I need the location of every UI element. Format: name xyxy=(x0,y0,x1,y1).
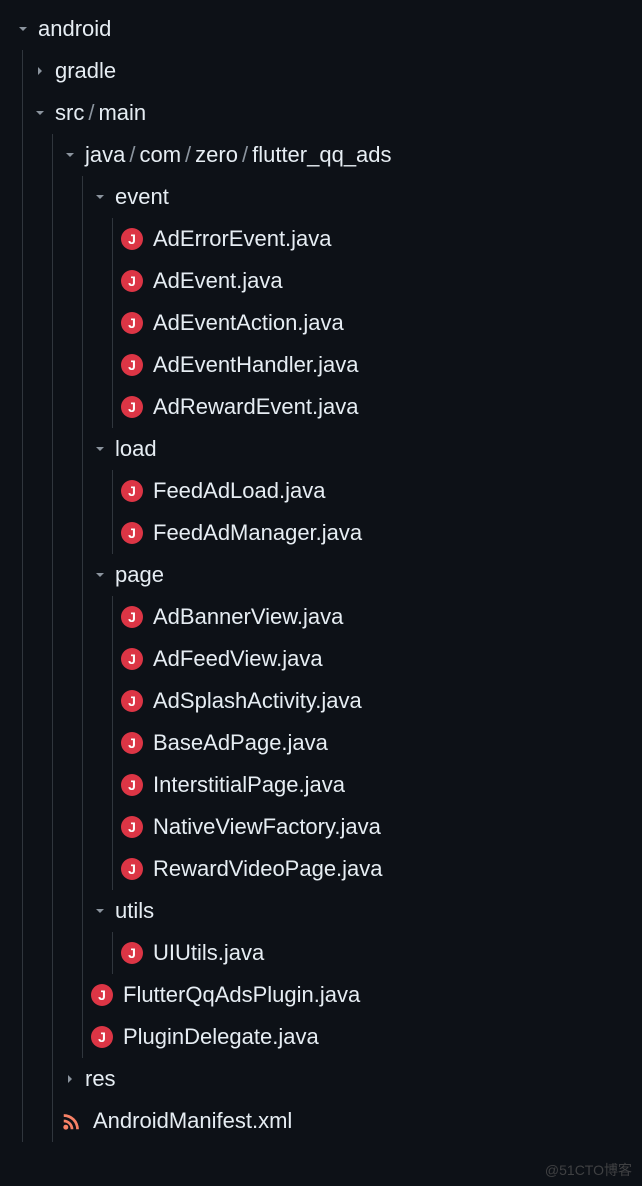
xml-file-icon xyxy=(61,1110,83,1132)
tree-item-label: RewardVideoPage.java xyxy=(153,856,383,882)
java-file-icon: J xyxy=(121,690,143,712)
java-file-icon: J xyxy=(121,522,143,544)
chevron-down-icon xyxy=(91,566,109,584)
tree-item-label: FeedAdManager.java xyxy=(153,520,362,546)
java-file-icon: J xyxy=(121,480,143,502)
java-file-icon: J xyxy=(121,228,143,250)
tree-item[interactable]: J UIUtils.java xyxy=(0,932,642,974)
tree-item-label: AndroidManifest.xml xyxy=(93,1108,292,1134)
tree-item-label: utils xyxy=(115,898,154,924)
tree-item-label: AdEventHandler.java xyxy=(153,352,358,378)
java-file-icon: J xyxy=(121,312,143,334)
tree-item-label: res xyxy=(85,1066,116,1092)
tree-item[interactable]: load xyxy=(0,428,642,470)
tree-item-label: NativeViewFactory.java xyxy=(153,814,381,840)
tree-item[interactable]: J AdEventHandler.java xyxy=(0,344,642,386)
tree-item[interactable]: J AdRewardEvent.java xyxy=(0,386,642,428)
java-file-icon: J xyxy=(91,984,113,1006)
chevron-right-icon xyxy=(31,62,49,80)
tree-item[interactable]: J BaseAdPage.java xyxy=(0,722,642,764)
java-file-icon: J xyxy=(121,354,143,376)
tree-item-label: BaseAdPage.java xyxy=(153,730,328,756)
tree-item[interactable]: src/main xyxy=(0,92,642,134)
chevron-down-icon xyxy=(14,20,32,38)
chevron-right-icon xyxy=(61,1070,79,1088)
tree-item[interactable]: J AdErrorEvent.java xyxy=(0,218,642,260)
java-file-icon: J xyxy=(121,858,143,880)
chevron-down-icon xyxy=(61,146,79,164)
tree-item-label: FlutterQqAdsPlugin.java xyxy=(123,982,360,1008)
tree-item[interactable]: J PluginDelegate.java xyxy=(0,1016,642,1058)
java-file-icon: J xyxy=(121,270,143,292)
tree-item[interactable]: J FeedAdLoad.java xyxy=(0,470,642,512)
tree-item[interactable]: gradle xyxy=(0,50,642,92)
tree-item-label: src/main xyxy=(55,100,146,126)
tree-item-label: UIUtils.java xyxy=(153,940,264,966)
tree-item-label: android xyxy=(38,16,111,42)
tree-item[interactable]: J FlutterQqAdsPlugin.java xyxy=(0,974,642,1016)
java-file-icon: J xyxy=(91,1026,113,1048)
tree-item-label: load xyxy=(115,436,157,462)
chevron-down-icon xyxy=(91,902,109,920)
tree-item[interactable]: utils xyxy=(0,890,642,932)
java-file-icon: J xyxy=(121,942,143,964)
tree-item[interactable]: J InterstitialPage.java xyxy=(0,764,642,806)
chevron-down-icon xyxy=(91,440,109,458)
tree-item[interactable]: android xyxy=(0,8,642,50)
chevron-down-icon xyxy=(91,188,109,206)
tree-item[interactable]: J FeedAdManager.java xyxy=(0,512,642,554)
watermark: @51CTO博客 xyxy=(545,1160,632,1180)
tree-item[interactable]: res xyxy=(0,1058,642,1100)
java-file-icon: J xyxy=(121,648,143,670)
tree-item-label: AdBannerView.java xyxy=(153,604,343,630)
chevron-down-icon xyxy=(31,104,49,122)
tree-item[interactable]: J AdBannerView.java xyxy=(0,596,642,638)
java-file-icon: J xyxy=(121,396,143,418)
tree-item[interactable]: event xyxy=(0,176,642,218)
tree-item-label: AdFeedView.java xyxy=(153,646,323,672)
tree-item[interactable]: java/com/zero/flutter_qq_ads xyxy=(0,134,642,176)
tree-item-label: page xyxy=(115,562,164,588)
tree-item-label: AdEvent.java xyxy=(153,268,283,294)
java-file-icon: J xyxy=(121,606,143,628)
tree-item-label: AdErrorEvent.java xyxy=(153,226,332,252)
file-tree: android gradle src/main java/com/zero/flutt… xyxy=(0,8,642,1142)
tree-item-label: InterstitialPage.java xyxy=(153,772,345,798)
java-file-icon: J xyxy=(121,816,143,838)
tree-item-label: FeedAdLoad.java xyxy=(153,478,325,504)
tree-item-label: AdSplashActivity.java xyxy=(153,688,362,714)
tree-item[interactable]: J AdEvent.java xyxy=(0,260,642,302)
tree-item-label: PluginDelegate.java xyxy=(123,1024,319,1050)
tree-item-label: AdRewardEvent.java xyxy=(153,394,358,420)
tree-item[interactable]: J AdEventAction.java xyxy=(0,302,642,344)
tree-item-label: gradle xyxy=(55,58,116,84)
tree-item-label: AdEventAction.java xyxy=(153,310,344,336)
tree-item[interactable]: J RewardVideoPage.java xyxy=(0,848,642,890)
java-file-icon: J xyxy=(121,774,143,796)
tree-item[interactable]: J AdSplashActivity.java xyxy=(0,680,642,722)
tree-item-label: event xyxy=(115,184,169,210)
tree-item[interactable]: J NativeViewFactory.java xyxy=(0,806,642,848)
tree-item[interactable]: page xyxy=(0,554,642,596)
java-file-icon: J xyxy=(121,732,143,754)
tree-item-label: java/com/zero/flutter_qq_ads xyxy=(85,142,392,168)
tree-item[interactable]: J AdFeedView.java xyxy=(0,638,642,680)
tree-item[interactable]: AndroidManifest.xml xyxy=(0,1100,642,1142)
